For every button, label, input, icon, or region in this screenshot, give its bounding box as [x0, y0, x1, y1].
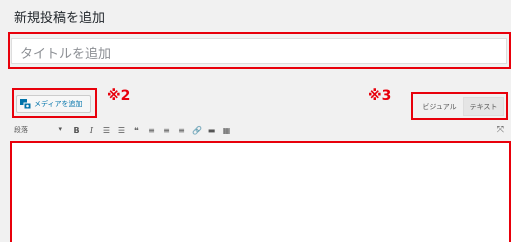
annotation-mark-2: ※2: [107, 88, 131, 104]
blockquote-icon[interactable]: ❝: [132, 126, 141, 135]
page-title: 新規投稿を追加: [14, 11, 106, 26]
align-right-icon[interactable]: ≡: [177, 126, 186, 135]
toolbar-toggle-icon[interactable]: ▦: [222, 126, 231, 135]
highlight-title-box: [8, 32, 511, 69]
highlight-editor-box: [10, 141, 511, 242]
format-select[interactable]: 段落 ▾: [14, 125, 62, 135]
fullscreen-icon[interactable]: ⤧: [497, 125, 504, 135]
link-icon[interactable]: 🔗: [192, 126, 202, 135]
bulleted-list-icon[interactable]: ☰: [102, 126, 111, 135]
numbered-list-icon[interactable]: ☰: [117, 126, 126, 135]
editor-toolbar: 段落 ▾ B I ☰ ☰ ❝ ≡ ≡ ≡ 🔗 ▬ ▦ ⤧: [14, 122, 506, 138]
format-select-value: 段落: [14, 126, 28, 134]
italic-icon[interactable]: I: [87, 126, 96, 135]
align-left-icon[interactable]: ≡: [147, 126, 156, 135]
align-center-icon[interactable]: ≡: [162, 126, 171, 135]
annotation-mark-3: ※3: [368, 88, 392, 104]
highlight-tabs-box: [411, 92, 508, 120]
chevron-down-icon: ▾: [58, 125, 62, 133]
highlight-media-box: [12, 88, 97, 118]
read-more-icon[interactable]: ▬: [207, 126, 216, 135]
bold-icon[interactable]: B: [72, 126, 81, 135]
